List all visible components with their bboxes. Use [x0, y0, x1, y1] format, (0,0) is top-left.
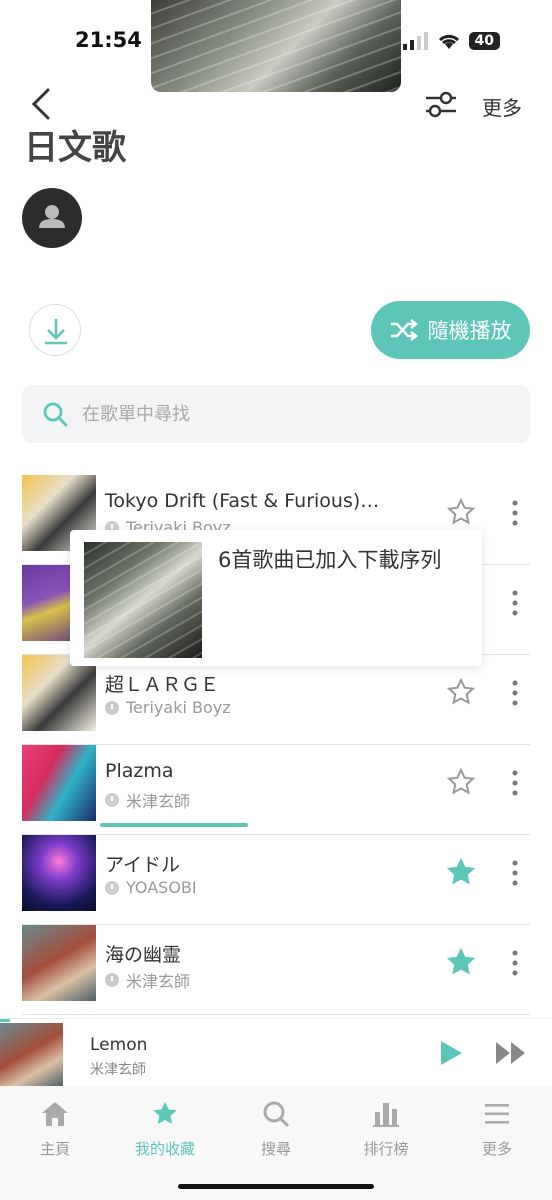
mini-player-title: Lemon [90, 1035, 148, 1055]
favorite-star-icon[interactable] [446, 857, 476, 887]
tab-label: 排行榜 [363, 1140, 409, 1158]
tab-label: 更多 [481, 1140, 512, 1158]
album-art [22, 655, 96, 731]
tab-label: 搜尋 [260, 1140, 291, 1158]
star-icon [153, 1101, 177, 1125]
song-title: Tokyo Drift (Fast & Furious)… [105, 490, 380, 512]
more-options-icon[interactable] [510, 769, 520, 797]
more-button[interactable]: 更多 [482, 92, 522, 121]
status-icons: 40 [402, 32, 500, 50]
user-icon [39, 205, 65, 228]
song-row[interactable]: 海の幽霊 米津玄師 [22, 925, 530, 1015]
toast-message: 6首歌曲已加入下載序列 [218, 548, 442, 572]
search-icon [43, 402, 68, 427]
clock-icon [105, 880, 119, 895]
favorite-star-icon[interactable] [446, 947, 476, 977]
status-time: 21:54 [75, 28, 142, 52]
playlist-search[interactable] [22, 385, 530, 443]
song-title: 超ＬＡＲＧＥ [105, 674, 220, 696]
tab-search[interactable]: 搜尋 [231, 1100, 321, 1159]
download-icon [45, 319, 67, 345]
song-title: アイドル [105, 854, 181, 876]
song-row[interactable]: 超ＬＡＲＧＥ Teriyaki Boyz [22, 655, 530, 745]
mini-player[interactable]: Lemon 米津玄師 [0, 1018, 552, 1087]
song-title: 海の幽霊 [105, 944, 182, 966]
bottom-tab-bar: 主頁 我的收藏 搜尋 排行榜 更多 [0, 1086, 552, 1200]
back-icon[interactable] [28, 88, 56, 120]
search-input[interactable] [82, 403, 482, 425]
shuffle-play-button[interactable]: 隨機播放 [371, 301, 530, 359]
more-options-icon[interactable] [510, 949, 520, 977]
signal-icon [402, 32, 428, 50]
mini-player-progress [0, 1019, 10, 1022]
chart-icon [373, 1103, 399, 1127]
sliders-icon[interactable] [424, 88, 458, 120]
search-icon [263, 1101, 290, 1128]
avatar[interactable] [22, 188, 82, 248]
song-artist: Teriyaki Boyz [105, 698, 231, 717]
shuffle-label: 隨機播放 [427, 319, 512, 343]
shuffle-icon [390, 319, 418, 341]
clock-icon [105, 700, 119, 715]
tab-home[interactable]: 主頁 [10, 1100, 100, 1159]
tab-more[interactable]: 更多 [452, 1100, 542, 1159]
favorite-star-icon[interactable] [446, 497, 476, 527]
clock-icon [105, 793, 119, 807]
now-playing-artwork-top [151, 0, 401, 92]
tab-label: 我的收藏 [134, 1140, 195, 1158]
more-options-icon[interactable] [510, 499, 520, 527]
song-artist: YOASOBI [105, 878, 197, 897]
play-icon[interactable] [438, 1039, 464, 1067]
favorite-star-icon[interactable] [446, 677, 476, 707]
toast-artwork [84, 542, 202, 658]
mini-player-artwork [0, 1023, 63, 1087]
home-indicator[interactable] [178, 1184, 374, 1189]
mini-player-artist: 米津玄師 [90, 1062, 146, 1078]
playback-progress [100, 823, 248, 827]
tab-charts[interactable]: 排行榜 [341, 1100, 431, 1159]
song-title: Plazma [105, 760, 174, 782]
tab-favorites[interactable]: 我的收藏 [120, 1100, 210, 1159]
download-button[interactable] [29, 304, 81, 356]
fast-forward-icon[interactable] [494, 1039, 528, 1067]
more-options-icon[interactable] [510, 679, 520, 707]
clock-icon [105, 973, 119, 987]
song-artist: 米津玄師 [105, 788, 190, 812]
menu-icon [485, 1104, 509, 1124]
song-artist: 米津玄師 [105, 968, 190, 992]
page-title: 日文歌 [24, 128, 126, 168]
album-art [22, 925, 96, 1001]
favorite-star-icon[interactable] [446, 767, 476, 797]
song-row[interactable]: アイドル YOASOBI [22, 835, 530, 925]
battery-indicator: 40 [468, 32, 500, 50]
album-art [22, 745, 96, 821]
wifi-icon [438, 34, 459, 49]
home-icon [42, 1102, 68, 1126]
download-toast: 6首歌曲已加入下載序列 [70, 530, 482, 666]
song-row[interactable]: Plazma 米津玄師 [22, 745, 530, 835]
row-divider [22, 1014, 530, 1015]
more-options-icon[interactable] [510, 589, 520, 617]
tab-label: 主頁 [39, 1140, 70, 1158]
more-options-icon[interactable] [510, 859, 520, 887]
album-art [22, 835, 96, 911]
